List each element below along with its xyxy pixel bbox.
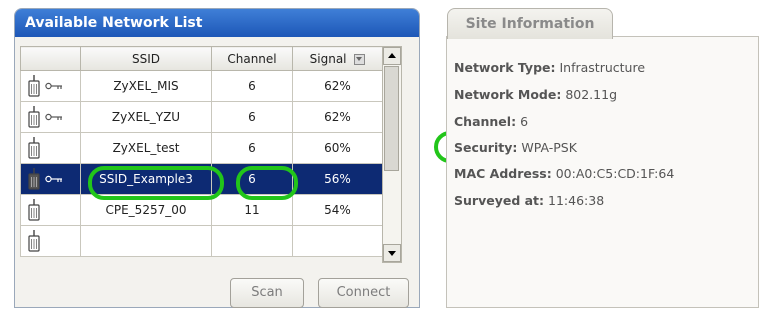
network-icon-cell [20, 163, 81, 195]
network-icon-cell [20, 132, 81, 164]
ssid-cell: ZyXEL_test [80, 132, 212, 164]
channel-row: Channel: 6 [454, 114, 528, 129]
ssid-cell [80, 225, 212, 257]
network-icon-cell [20, 70, 81, 102]
table-header-row: SSID Channel Signal [20, 46, 383, 71]
mac-address-label: MAC Address: [454, 166, 552, 181]
access-point-icon [27, 199, 41, 221]
ssid-column-header[interactable]: SSID [80, 46, 212, 71]
signal-cell: 54% [292, 194, 383, 226]
signal-cell: 60% [292, 132, 383, 164]
signal-column-header[interactable]: Signal [292, 46, 383, 71]
mac-address-row: MAC Address: 00:A0:C5:CD:1F:64 [454, 166, 674, 181]
security-label: Security: [454, 140, 518, 155]
icon-column-header[interactable] [20, 46, 81, 71]
security-row: Security: WPA-PSK [454, 140, 577, 155]
channel-label: Channel: [454, 114, 517, 129]
table-row[interactable]: ZyXEL_MIS 6 62% [20, 70, 383, 102]
panel-title: Available Network List [15, 9, 419, 37]
mac-address-value: 00:A0:C5:CD:1F:64 [555, 166, 675, 181]
network-mode-label: Network Mode: [454, 87, 562, 102]
ssid-cell: SSID_Example3 [80, 163, 212, 195]
channel-cell [211, 225, 293, 257]
surveyed-value: 11:46:38 [548, 193, 605, 208]
scan-button[interactable]: Scan [230, 278, 304, 308]
table-row[interactable]: ZyXEL_test 6 60% [20, 132, 383, 164]
scroll-up-icon[interactable] [383, 47, 401, 65]
channel-cell: 6 [211, 101, 293, 133]
access-point-icon [27, 106, 41, 128]
channel-cell: 6 [211, 70, 293, 102]
connect-button[interactable]: Connect [318, 278, 409, 308]
ssid-cell: CPE_5257_00 [80, 194, 212, 226]
network-icon-cell [20, 225, 81, 257]
signal-column-label: Signal [309, 51, 347, 66]
key-icon [41, 79, 63, 93]
access-point-icon [27, 230, 41, 252]
network-mode-value: 802.11g [565, 87, 618, 102]
surveyed-label: Surveyed at: [454, 193, 545, 208]
channel-value: 6 [520, 114, 529, 129]
channel-cell: 6 [211, 163, 293, 195]
channel-cell: 11 [211, 194, 293, 226]
network-icon-cell [20, 101, 81, 133]
signal-cell: 56% [292, 163, 383, 195]
tab-site-information[interactable]: Site Information [447, 8, 613, 39]
table-scrollbar[interactable] [382, 46, 402, 263]
channel-cell: 6 [211, 132, 293, 164]
network-type-label: Network Type: [454, 60, 556, 75]
scroll-thumb[interactable] [384, 66, 399, 171]
sort-icon[interactable] [354, 53, 366, 65]
table-row[interactable]: SSID_Example3 6 56% [20, 163, 383, 195]
network-table: SSID Channel Signal ZyXEL_MIS 6 62% ZyXE… [20, 46, 383, 257]
access-point-icon [27, 75, 41, 97]
network-icon-cell [20, 194, 81, 226]
key-icon [41, 172, 63, 186]
signal-cell: 62% [292, 101, 383, 133]
network-mode-row: Network Mode: 802.11g [454, 87, 617, 102]
access-point-icon [27, 168, 41, 190]
table-row[interactable]: ZyXEL_YZU 6 62% [20, 101, 383, 133]
scroll-down-icon[interactable] [383, 244, 401, 262]
signal-cell [292, 225, 383, 257]
surveyed-row: Surveyed at: 11:46:38 [454, 193, 604, 208]
table-row[interactable] [20, 225, 383, 257]
network-type-value: Infrastructure [559, 60, 646, 75]
ssid-cell: ZyXEL_MIS [80, 70, 212, 102]
channel-column-header[interactable]: Channel [211, 46, 293, 71]
security-value: WPA-PSK [521, 140, 577, 155]
table-row[interactable]: CPE_5257_00 11 54% [20, 194, 383, 226]
key-icon [41, 110, 63, 124]
network-grid: SSID Channel Signal ZyXEL_MIS 6 62% ZyXE… [20, 46, 402, 263]
access-point-icon [27, 137, 41, 159]
network-type-row: Network Type: Infrastructure [454, 60, 645, 75]
ssid-cell: ZyXEL_YZU [80, 101, 212, 133]
signal-cell: 62% [292, 70, 383, 102]
